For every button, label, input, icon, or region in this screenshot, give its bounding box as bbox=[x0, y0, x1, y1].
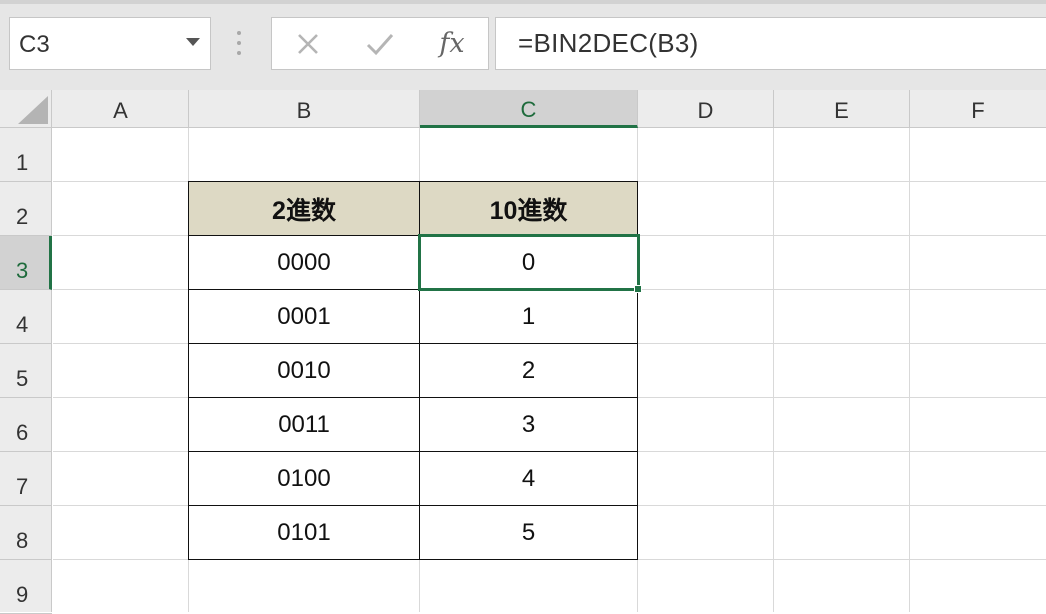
row-header-2[interactable]: 2 bbox=[0, 182, 52, 236]
cell-c8[interactable]: 5 bbox=[420, 506, 637, 559]
formula-buttons: fx bbox=[271, 17, 489, 70]
cell-b5[interactable]: 0010 bbox=[189, 344, 419, 397]
name-box-value: C3 bbox=[19, 31, 50, 58]
cell-c7[interactable]: 4 bbox=[420, 452, 637, 505]
select-all-icon bbox=[18, 96, 48, 124]
cell-b7[interactable]: 0100 bbox=[189, 452, 419, 505]
formula-input[interactable]: =BIN2DEC(B3) bbox=[495, 17, 1046, 70]
column-header-row: A B C D E F bbox=[0, 90, 1046, 128]
cell-c4[interactable]: 1 bbox=[420, 290, 637, 343]
column-header-c[interactable]: C bbox=[420, 90, 638, 128]
fill-handle[interactable] bbox=[634, 285, 642, 293]
dropdown-arrow-icon[interactable] bbox=[186, 38, 200, 46]
insert-function-button[interactable]: fx bbox=[430, 18, 474, 69]
cell-b8[interactable]: 0101 bbox=[189, 506, 419, 559]
close-icon bbox=[298, 33, 318, 54]
grip-icon[interactable] bbox=[236, 31, 242, 57]
ribbon-edge bbox=[0, 0, 1046, 4]
row-header-1[interactable]: 1 bbox=[0, 128, 52, 182]
select-all-button[interactable] bbox=[0, 90, 52, 128]
cell-c5[interactable]: 2 bbox=[420, 344, 637, 397]
row-header-5[interactable]: 5 bbox=[0, 344, 52, 398]
check-icon bbox=[366, 33, 394, 55]
gridline bbox=[773, 128, 774, 612]
column-header-b[interactable]: B bbox=[189, 90, 420, 128]
row-header-8[interactable]: 8 bbox=[0, 506, 52, 560]
cell-b4[interactable]: 0001 bbox=[189, 290, 419, 343]
cell-b6[interactable]: 0011 bbox=[189, 398, 419, 451]
cell-b3[interactable]: 0000 bbox=[189, 236, 419, 289]
row-header-column: 1 2 3 4 5 6 7 8 9 bbox=[0, 128, 52, 614]
column-header-f[interactable]: F bbox=[910, 90, 1046, 128]
formula-text: =BIN2DEC(B3) bbox=[518, 28, 699, 58]
row-header-6[interactable]: 6 bbox=[0, 398, 52, 452]
formula-bar: C3 fx =BIN2DEC(B3) bbox=[0, 0, 1046, 90]
column-header-a[interactable]: A bbox=[53, 90, 189, 128]
column-header-e[interactable]: E bbox=[774, 90, 910, 128]
gridline bbox=[909, 128, 910, 612]
row-header-7[interactable]: 7 bbox=[0, 452, 52, 506]
cell-c2-header[interactable]: 10進数 bbox=[420, 182, 637, 235]
cancel-button[interactable] bbox=[286, 18, 330, 69]
cell-grid[interactable]: 2進数 10進数 0000 0 0001 1 0010 2 0011 3 010… bbox=[53, 128, 1046, 612]
row-header-4[interactable]: 4 bbox=[0, 290, 52, 344]
name-box[interactable]: C3 bbox=[9, 17, 211, 70]
row-header-9[interactable]: 9 bbox=[0, 560, 52, 614]
cell-c6[interactable]: 3 bbox=[420, 398, 637, 451]
selected-cell-border bbox=[418, 234, 640, 291]
row-header-3[interactable]: 3 bbox=[0, 236, 52, 290]
enter-button[interactable] bbox=[358, 18, 402, 69]
cell-b2-header[interactable]: 2進数 bbox=[189, 182, 419, 235]
column-header-d[interactable]: D bbox=[638, 90, 774, 128]
